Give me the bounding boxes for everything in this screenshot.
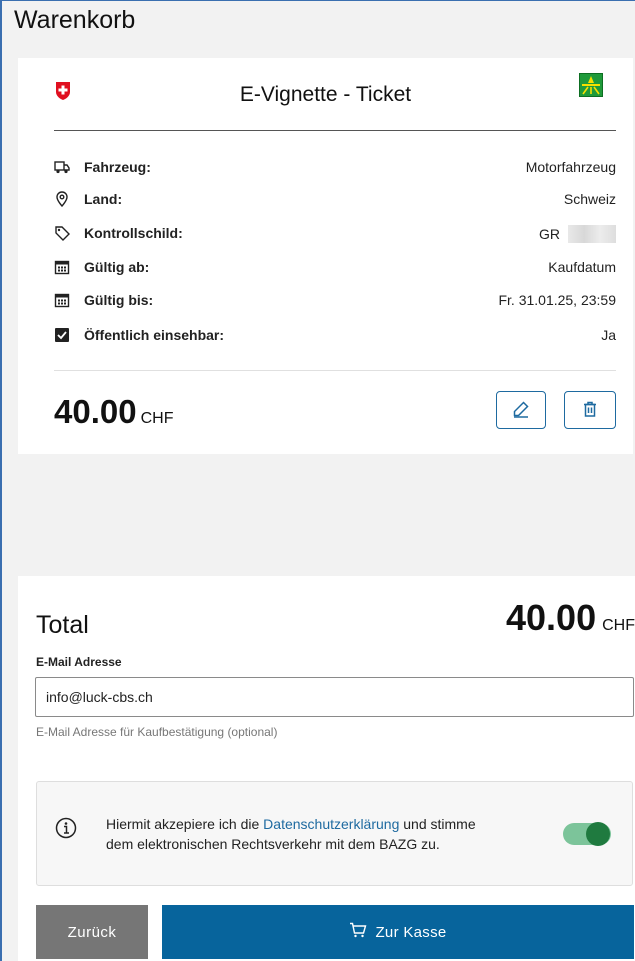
detail-row-vehicle: Fahrzeug: Motorfahrzeug xyxy=(54,157,616,179)
privacy-policy-link[interactable]: Datenschutzerklärung xyxy=(263,816,399,832)
email-input[interactable] xyxy=(35,677,634,717)
valid-from-value: Kaufdatum xyxy=(548,259,616,275)
calendar-icon xyxy=(54,292,70,308)
item-price-currency: CHF xyxy=(140,410,174,427)
checkbox-checked-icon xyxy=(54,327,70,343)
consent-text-before: Hiermit akzepiere ich die xyxy=(106,816,264,832)
detail-row-public: Öffentlich einsehbar: Ja xyxy=(54,325,616,347)
email-label: E-Mail Adresse xyxy=(36,655,122,669)
total-label: Total xyxy=(36,611,89,639)
ticket-title: E-Vignette - Ticket xyxy=(239,83,412,106)
card-divider-top xyxy=(54,130,616,131)
consent-text: Hiermit akzepiere ich die Datenschutzerk… xyxy=(106,814,496,854)
total-currency: CHF xyxy=(602,617,635,634)
public-value: Ja xyxy=(601,327,616,343)
trash-icon xyxy=(581,400,599,421)
email-hint: E-Mail Adresse für Kaufbestätigung (opti… xyxy=(36,725,278,739)
plate-label: Kontrollschild: xyxy=(84,225,183,241)
total-amount: 40.00 CHF xyxy=(506,597,635,639)
detail-row-plate: Kontrollschild: GR xyxy=(54,223,616,245)
country-label: Land: xyxy=(84,191,123,207)
vehicle-label: Fahrzeug: xyxy=(84,159,151,175)
country-value: Schweiz xyxy=(563,191,616,207)
cart-icon xyxy=(349,922,367,942)
redacted-plate xyxy=(568,225,616,243)
pencil-icon xyxy=(512,400,530,421)
checkout-button-label: Zur Kasse xyxy=(375,923,447,941)
consent-toggle[interactable] xyxy=(563,822,611,846)
consent-box: Hiermit akzepiere ich die Datenschutzerk… xyxy=(36,781,633,886)
detail-row-country: Land: Schweiz xyxy=(54,189,616,211)
window-border-top xyxy=(0,0,635,1)
back-button-label: Zurück xyxy=(67,923,117,941)
item-price: 40.00 CHF xyxy=(54,393,173,431)
toggle-knob xyxy=(586,822,610,846)
edit-button[interactable] xyxy=(496,391,546,429)
valid-from-label: Gültig ab: xyxy=(84,259,150,275)
vehicle-icon xyxy=(54,159,70,175)
tag-icon xyxy=(54,225,70,241)
valid-until-value: Fr. 31.01.25, 23:59 xyxy=(498,292,616,308)
back-button[interactable]: Zurück xyxy=(36,905,148,959)
plate-value-wrapper: GR xyxy=(539,225,616,243)
card-divider-bottom xyxy=(54,370,616,371)
detail-row-valid-from: Gültig ab: Kaufdatum xyxy=(54,257,616,279)
public-label: Öffentlich einsehbar: xyxy=(84,327,225,343)
cart-item-card: E-Vignette - Ticket Fahrzeug: Motorfahrz… xyxy=(18,58,633,454)
window-border-left xyxy=(0,0,2,961)
detail-row-valid-until: Gültig bis: Fr. 31.01.25, 23:59 xyxy=(54,290,616,312)
plate-value: GR xyxy=(539,226,560,242)
vehicle-value: Motorfahrzeug xyxy=(525,159,616,175)
checkout-panel: Total 40.00 CHF E-Mail Adresse E-Mail Adr… xyxy=(18,576,635,961)
total-amount-value: 40.00 xyxy=(506,597,597,638)
checkout-button[interactable]: Zur Kasse xyxy=(162,905,634,959)
page-title: Warenkorb xyxy=(14,6,136,34)
highway-sign-icon xyxy=(579,73,603,102)
location-pin-icon xyxy=(54,191,70,208)
info-icon xyxy=(55,817,77,844)
valid-until-label: Gültig bis: xyxy=(84,292,154,308)
calendar-icon xyxy=(54,259,70,275)
item-price-amount: 40.00 xyxy=(54,393,137,430)
delete-button[interactable] xyxy=(564,391,616,429)
